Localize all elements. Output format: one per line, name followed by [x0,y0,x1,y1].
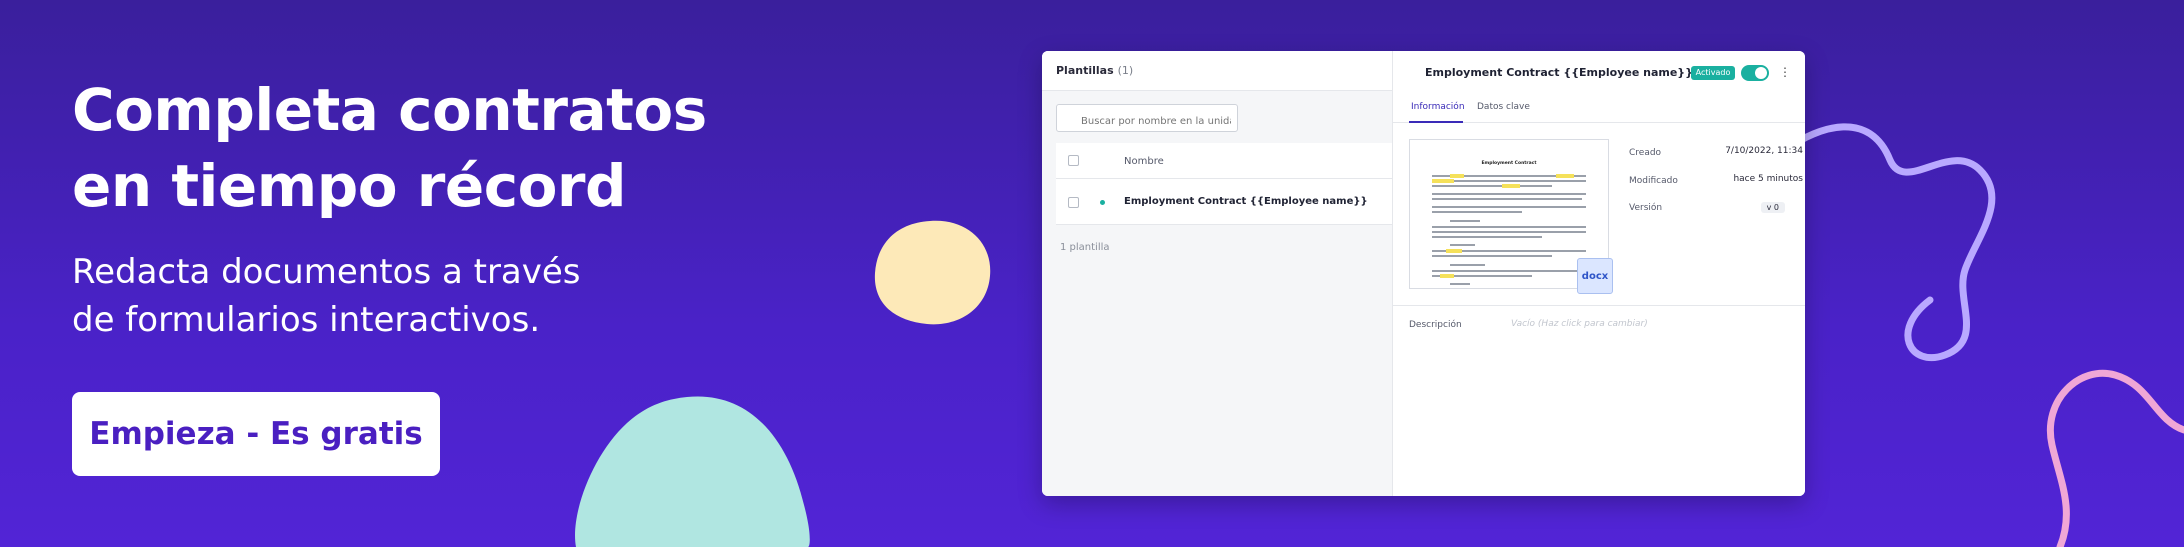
document-heading: Employment Contract [1481,160,1537,166]
search-input[interactable] [1056,104,1238,132]
column-name-header[interactable]: Nombre [1124,156,1164,167]
templates-pane: Plantillas(1) Nombre Employment Contract… [1042,51,1392,496]
hero-subtitle: Redacta documentos a través de formulari… [72,248,632,344]
hero-subtitle-line2: de formularios interactivos. [72,300,541,340]
tab-informacion[interactable]: Información [1411,102,1465,112]
modified-label: Modificado [1629,176,1678,186]
templates-count: (1) [1117,64,1134,77]
app-preview-window: Plantillas(1) Nombre Employment Contract… [1042,51,1805,496]
detail-tabs: Información Datos clave [1393,95,1805,123]
more-options-icon[interactable]: ⋮ [1779,65,1791,79]
templates-footer-count: 1 plantilla [1060,242,1110,253]
select-all-checkbox[interactable] [1068,155,1079,166]
tab-datos-clave[interactable]: Datos clave [1477,102,1530,112]
templates-title: Plantillas [1056,64,1114,77]
created-label: Creado [1629,148,1662,158]
lavender-squiggle [1781,123,1996,362]
hero-subtitle-line1: Redacta documentos a través [72,252,581,292]
hero-title-line2: en tiempo récord [72,152,627,220]
yellow-blob [874,220,991,325]
status-dot [1100,200,1105,205]
table-row[interactable]: Employment Contract {{Employee name}} [1056,179,1392,225]
hero: Completa contratos en tiempo récord Reda… [72,72,832,344]
teal-blob [575,396,810,547]
template-name[interactable]: Employment Contract {{Employee name}} [1124,196,1368,207]
version-label: Versión [1629,203,1663,213]
details-pane: Employment Contract {{Employee name}} Ac… [1392,51,1805,496]
created-value: 7/10/2022, 11:34 [1725,146,1803,156]
row-checkbox[interactable] [1068,197,1079,208]
active-toggle[interactable] [1741,65,1769,81]
modified-value: hace 5 minutos [1733,174,1803,184]
version-value: v 0 [1760,202,1785,213]
docx-badge: docx [1577,258,1613,294]
table-header: Nombre [1056,143,1392,179]
start-free-button[interactable]: Empieza - Es gratis [72,392,440,476]
section-divider [1393,305,1805,306]
description-field[interactable]: Vacío (Haz click para cambiar) [1511,319,1648,329]
detail-title: Employment Contract {{Employee name}} [1425,66,1693,79]
hero-title: Completa contratos en tiempo récord [72,72,832,224]
description-label: Descripción [1409,320,1462,330]
active-tab-indicator [1409,121,1463,123]
status-badge: Activado [1691,66,1735,80]
templates-header: Plantillas (1) [1042,51,1392,91]
pink-squiggle [2046,369,2184,547]
hero-title-line1: Completa contratos [72,76,707,144]
